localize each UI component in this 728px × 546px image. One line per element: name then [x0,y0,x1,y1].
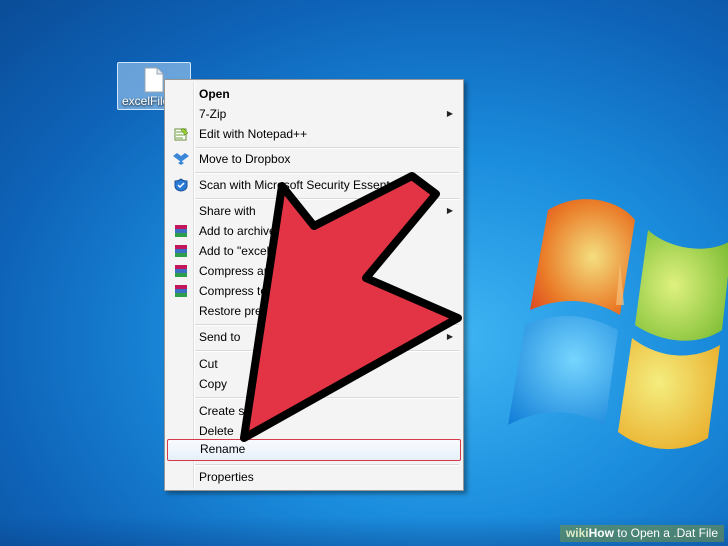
menu-item-label: Compress to [199,284,268,298]
winrar-icon [175,285,187,297]
menu-item-share-with[interactable]: Share with ▶ [167,201,461,221]
menu-item-label: Scan with Microsoft Security Essent [199,178,390,192]
menu-item-label: Share with [199,204,256,218]
menu-separator [195,198,459,200]
desktop-background: excelFile. Open 7-Zip ▶ Edit with Notepa… [0,0,728,546]
menu-item-compress-email[interactable]: Compress and [167,261,461,281]
menu-item-add-to-rar[interactable]: Add to "excelF [167,241,461,261]
security-essentials-icon [174,178,188,192]
menu-item-label: Rename [200,442,246,456]
menu-item-move-dropbox[interactable]: Move to Dropbox [167,149,461,169]
menu-item-restore-previous[interactable]: Restore prev [167,301,461,321]
notepad-plus-icon [174,127,189,141]
menu-item-label: Add to archive [199,224,276,238]
watermark: wikiHow to Open a .Dat File [559,525,724,542]
menu-item-rename[interactable]: Rename [167,439,461,461]
menu-item-label: Open [199,87,230,101]
menu-item-label-fragment: il [381,284,387,298]
submenu-arrow-icon: ▶ [446,332,453,341]
menu-item-label: Add to "excelF [199,244,277,258]
windows-logo-icon [508,199,728,450]
menu-item-scan-security[interactable]: Scan with Microsoft Security Essent [167,175,461,195]
menu-separator [195,324,459,326]
menu-item-label: Compress and [199,264,278,278]
menu-item-label: Properties [199,470,254,484]
menu-separator [195,350,459,352]
menu-item-cut[interactable]: Cut [167,354,461,374]
watermark-how: How [588,526,614,540]
menu-item-delete[interactable]: Delete [167,421,461,441]
menu-item-label: Restore prev [199,304,268,318]
watermark-brand: wiki [565,526,589,540]
watermark-title: to Open a .Dat File [613,526,718,540]
menu-separator [195,397,459,399]
menu-item-label: Create sh [199,404,252,418]
menu-item-compress-to-rar-email[interactable]: Compress to il [167,281,461,301]
menu-item-label: 7-Zip [199,107,227,121]
menu-item-send-to[interactable]: Send to ▶ [167,327,461,347]
menu-item-label: Delete [199,424,234,438]
winrar-icon [175,245,187,257]
menu-item-create-shortcut[interactable]: Create sh [167,401,461,421]
menu-item-add-archive[interactable]: Add to archive [167,221,461,241]
menu-item-open[interactable]: Open [167,84,461,104]
menu-item-label: Copy [199,377,228,391]
submenu-arrow-icon: ▶ [446,109,453,118]
menu-item-label: Edit with Notepad++ [199,127,308,141]
menu-item-label: Move to Dropbox [199,152,291,166]
menu-separator [195,464,459,466]
menu-item-7zip[interactable]: 7-Zip ▶ [167,104,461,124]
menu-item-edit-notepad[interactable]: Edit with Notepad++ [167,124,461,144]
winrar-icon [175,265,187,277]
context-menu: Open 7-Zip ▶ Edit with Notepad++ Move to… [164,79,464,491]
menu-item-label: Send to [199,330,241,344]
menu-item-copy[interactable]: Copy [167,374,461,394]
dropbox-icon [173,153,189,165]
winrar-icon [175,225,187,237]
menu-separator [195,172,459,174]
menu-item-label: Cut [199,357,218,371]
submenu-arrow-icon: ▶ [446,206,453,215]
menu-item-properties[interactable]: Properties [167,467,461,487]
file-icon [144,67,164,93]
